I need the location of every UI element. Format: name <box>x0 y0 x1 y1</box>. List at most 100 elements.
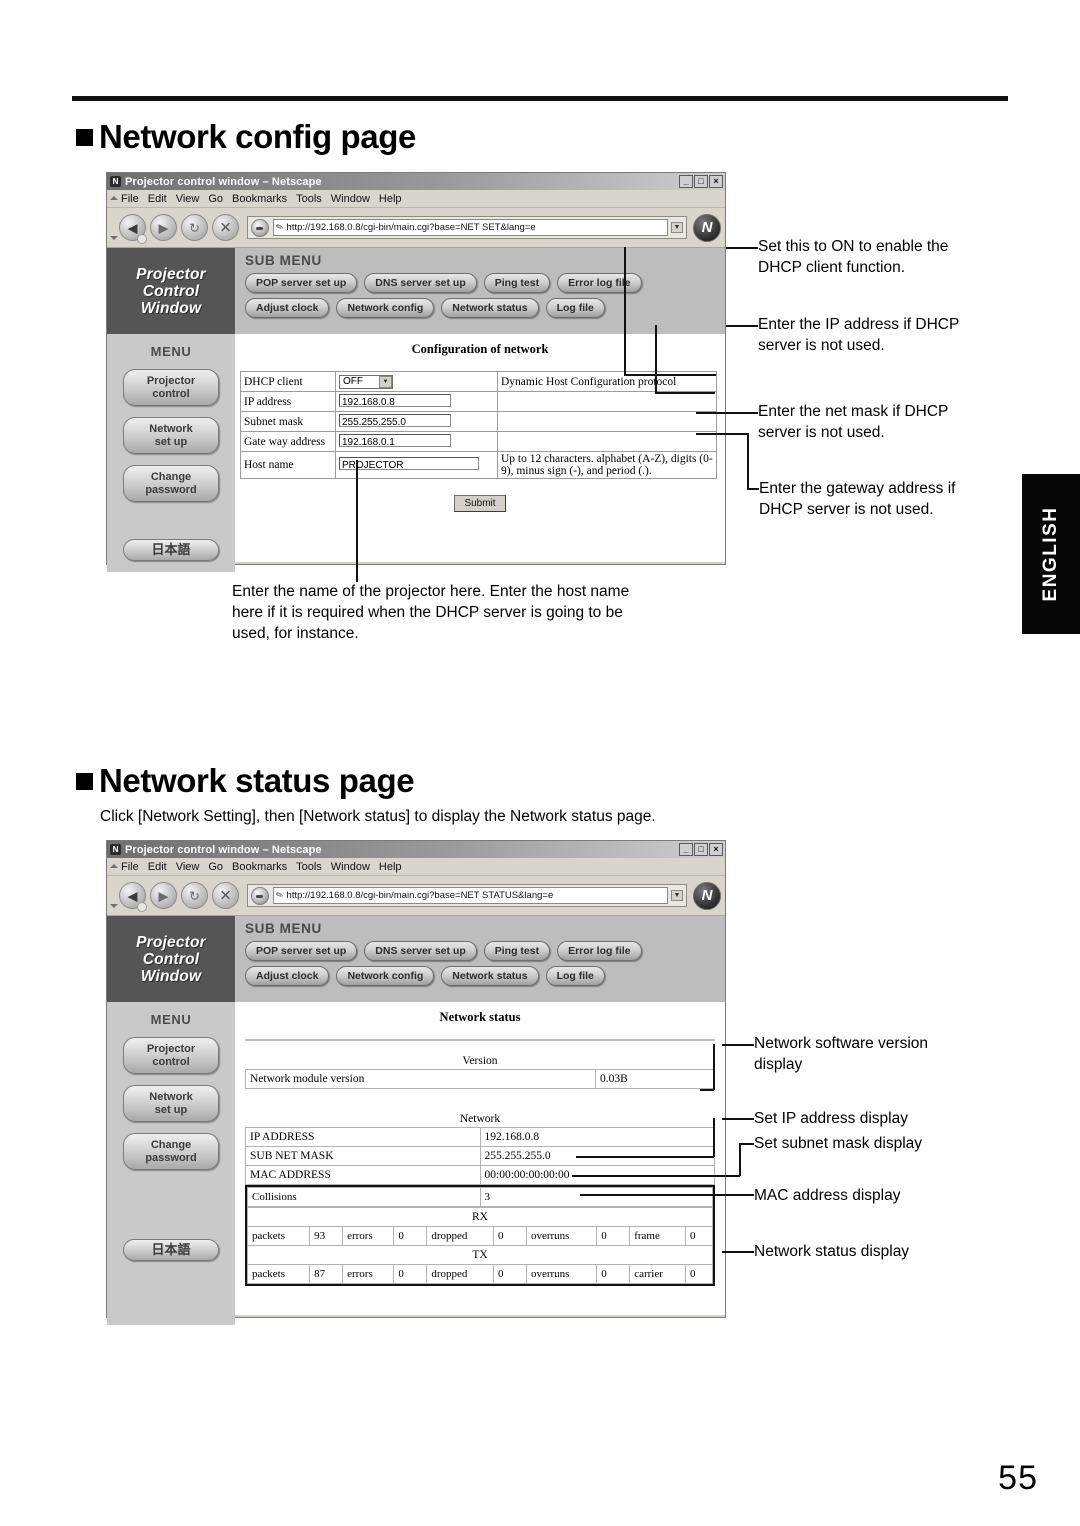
submenu-log-file[interactable]: Log file <box>545 298 605 318</box>
address-bar[interactable]: ✎ http://192.168.0.8/cgi-bin/main.cgi?ba… <box>247 884 687 907</box>
cell-field-subnet-mask[interactable]: 255.255.255.0 <box>335 411 498 432</box>
callout-net-mask-text: Enter the net mask if DHCP server is not … <box>758 403 949 441</box>
back-button[interactable]: ◀ <box>119 882 147 912</box>
sidebar-item-network-setup[interactable]: Network set up <box>123 1085 219 1122</box>
chevron-down-icon[interactable]: ▼ <box>379 375 392 388</box>
language-button-japanese[interactable]: 日本語 <box>123 538 219 561</box>
submenu-dns-server-setup[interactable]: DNS server set up <box>364 941 477 961</box>
submit-button[interactable]: Submit <box>454 495 506 512</box>
menu-item-go[interactable]: Go <box>208 193 223 205</box>
menu-item-go[interactable]: Go <box>208 861 223 873</box>
cell-field-dhcp-client[interactable]: OFF ▼ <box>335 371 498 392</box>
submenu-ping-test[interactable]: Ping test <box>483 941 551 961</box>
menu-item-file[interactable]: File <box>121 193 139 205</box>
submenu-pop-server-setup[interactable]: POP server set up <box>245 941 358 961</box>
submenu-network-status[interactable]: Network status <box>441 966 539 986</box>
submenu-adjust-clock[interactable]: Adjust clock <box>245 966 330 986</box>
submenu-network-config[interactable]: Network config <box>336 298 435 318</box>
cell-rx-frame-label: frame <box>629 1226 686 1246</box>
menu-grip-icon[interactable] <box>110 864 118 868</box>
submenu-ping-test[interactable]: Ping test <box>483 273 551 293</box>
url-input[interactable]: ✎ http://192.168.0.8/cgi-bin/main.cgi?ba… <box>273 219 668 236</box>
menu-grip-icon[interactable] <box>110 196 118 200</box>
menu-item-tools[interactable]: Tools <box>296 193 322 205</box>
menu-item-bookmarks[interactable]: Bookmarks <box>232 193 287 205</box>
sidebar-item-projector-control[interactable]: Projector control <box>123 369 219 406</box>
chevron-down-icon[interactable]: ▼ <box>671 890 683 901</box>
callout-net-mask: Enter the net mask if DHCP server is not … <box>758 401 1008 443</box>
menu-bar[interactable]: File Edit View Go Bookmarks Tools Window… <box>107 858 725 876</box>
submenu-network-status[interactable]: Network status <box>441 298 539 318</box>
cell-field-gateway-address[interactable]: 192.168.0.1 <box>335 431 498 452</box>
minimize-button[interactable]: _ <box>679 843 693 856</box>
netscape-icon: N <box>110 176 121 187</box>
table-row: Network module version 0.03B <box>245 1069 715 1089</box>
submenu-pop-server-setup[interactable]: POP server set up <box>245 273 358 293</box>
submenu-dns-server-setup[interactable]: DNS server set up <box>364 273 477 293</box>
browser-window-network-status[interactable]: N Projector control window – Netscape _ … <box>106 840 726 1325</box>
chevron-down-icon[interactable]: ▼ <box>671 222 683 233</box>
window-controls[interactable]: _ □ × <box>679 175 723 188</box>
left-column: Projector Control Window MENU Projector … <box>107 916 235 1325</box>
table-row: TX <box>247 1245 713 1265</box>
toolbar-grip-icon[interactable] <box>110 904 118 908</box>
cell-ip-address-value: 192.168.0.8 <box>479 1127 715 1147</box>
forward-button[interactable]: ▶ <box>150 214 177 241</box>
sidebar-item-change-password[interactable]: Change password <box>123 465 219 502</box>
menu-item-file[interactable]: File <box>121 861 139 873</box>
menu-item-edit[interactable]: Edit <box>148 861 167 873</box>
cell-field-host-name[interactable]: PROJECTOR <box>335 451 498 479</box>
window-controls[interactable]: _ □ × <box>679 843 723 856</box>
table-row: packets 93 errors 0 dropped 0 overruns 0… <box>246 1226 713 1246</box>
cell-mac-address-label: MAC ADDRESS <box>245 1165 481 1185</box>
maximize-button[interactable]: □ <box>694 175 708 188</box>
submenu-error-log-file[interactable]: Error log file <box>557 273 642 293</box>
sidebar-item-projector-control[interactable]: Projector control <box>123 1037 219 1074</box>
content-area-network-status: Network status Version Network module ve… <box>235 1002 725 1315</box>
browser-window-network-config[interactable]: N Projector control window – Netscape _ … <box>106 172 726 572</box>
url-input[interactable]: ✎ http://192.168.0.8/cgi-bin/main.cgi?ba… <box>273 887 668 904</box>
sidebar-item-network-setup[interactable]: Network set up <box>123 417 219 454</box>
navigation-toolbar[interactable]: ◀ ▶ ↻ ✕ ✎ http://192.168.0.8/cgi-bin/mai… <box>107 876 725 916</box>
submenu-log-file[interactable]: Log file <box>545 966 605 986</box>
menu-item-window[interactable]: Window <box>331 861 370 873</box>
sidebar-item-change-password[interactable]: Change password <box>123 1133 219 1170</box>
menu-item-help[interactable]: Help <box>379 193 402 205</box>
menu-bar[interactable]: File Edit View Go Bookmarks Tools Window… <box>107 190 725 208</box>
minimize-button[interactable]: _ <box>679 175 693 188</box>
leader-line-mac-display <box>580 1194 754 1196</box>
stop-button[interactable]: ✕ <box>212 214 239 241</box>
navigation-toolbar[interactable]: ◀ ▶ ↻ ✕ ✎ http://192.168.0.8/cgi-bin/mai… <box>107 208 725 248</box>
reload-button[interactable]: ↻ <box>181 882 208 909</box>
cell-tx-dropped-label: dropped <box>426 1264 494 1284</box>
maximize-button[interactable]: □ <box>694 843 708 856</box>
host-name-input[interactable]: PROJECTOR <box>339 457 479 470</box>
ip-address-input[interactable]: 192.168.0.8 <box>339 393 451 407</box>
back-button[interactable]: ◀ <box>119 214 147 244</box>
menu-item-help[interactable]: Help <box>379 861 402 873</box>
language-button-japanese[interactable]: 日本語 <box>123 1238 219 1261</box>
submenu-network-config[interactable]: Network config <box>336 966 435 986</box>
gateway-address-input[interactable]: 192.168.0.1 <box>339 433 451 447</box>
stop-button[interactable]: ✕ <box>212 882 239 909</box>
menu-item-tools[interactable]: Tools <box>296 861 322 873</box>
menu-item-bookmarks[interactable]: Bookmarks <box>232 861 287 873</box>
forward-button[interactable]: ▶ <box>150 882 177 909</box>
cell-rx-overruns-label: overruns <box>525 1226 598 1246</box>
menu-item-edit[interactable]: Edit <box>148 193 167 205</box>
sub-menu-row-1: POP server set up DNS server set up Ping… <box>245 273 725 293</box>
reload-button[interactable]: ↻ <box>181 214 208 241</box>
toolbar-grip-icon[interactable] <box>110 236 118 240</box>
dhcp-client-select[interactable]: OFF ▼ <box>339 374 393 389</box>
subnet-mask-input[interactable]: 255.255.255.0 <box>339 413 451 427</box>
submenu-error-log-file[interactable]: Error log file <box>557 941 642 961</box>
menu-item-view[interactable]: View <box>176 193 200 205</box>
cell-field-ip-address[interactable]: 192.168.0.8 <box>335 391 498 412</box>
submenu-adjust-clock[interactable]: Adjust clock <box>245 298 330 318</box>
close-button[interactable]: × <box>709 175 723 188</box>
address-bar[interactable]: ✎ http://192.168.0.8/cgi-bin/main.cgi?ba… <box>247 216 687 239</box>
menu-item-view[interactable]: View <box>176 861 200 873</box>
menu-item-window[interactable]: Window <box>331 193 370 205</box>
cell-tx-errors-value: 0 <box>393 1264 428 1284</box>
close-button[interactable]: × <box>709 843 723 856</box>
